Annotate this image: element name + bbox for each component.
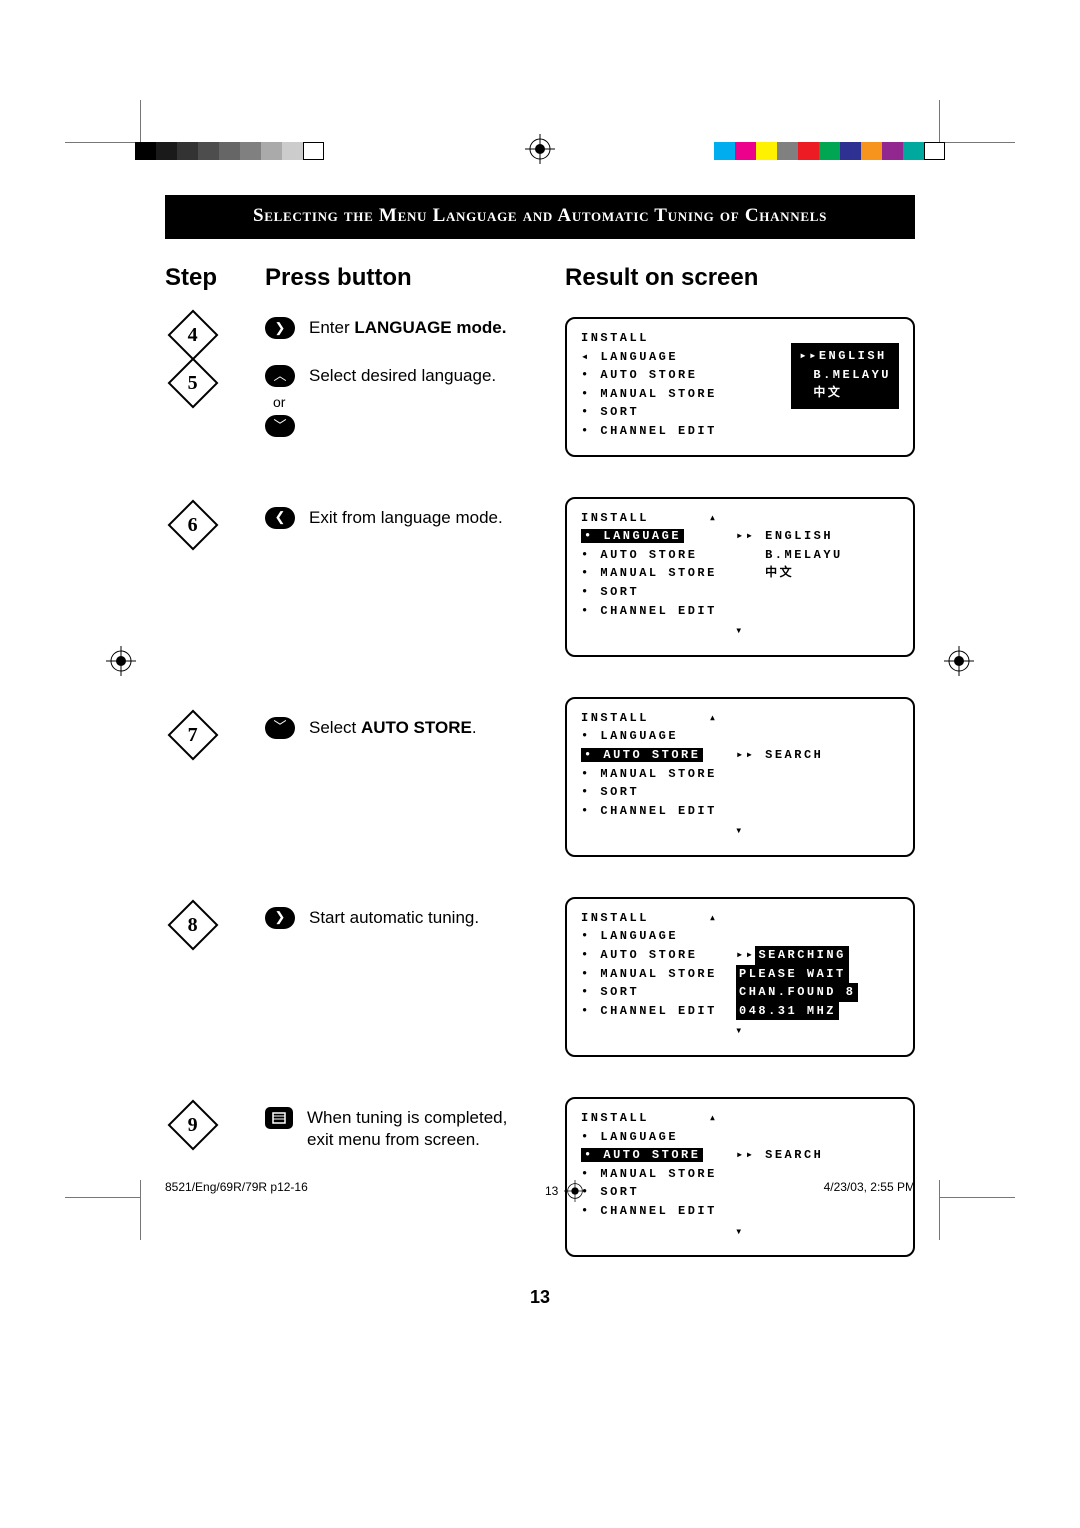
registration-mark-footer xyxy=(564,1180,586,1202)
osd-screen-4: INSTALL▴ • LANGUAGE • AUTO STORE▸▸SEARCH… xyxy=(565,897,915,1057)
down-arrow-button-7: ﹀ xyxy=(265,717,295,739)
registration-mark-right xyxy=(944,646,974,676)
footer-center: 13 xyxy=(545,1180,586,1202)
osd-screen-1: INSTALL ◂ LANGUAGE • AUTO STORE • MANUAL… xyxy=(565,317,915,457)
up-arrow-button: ︿ xyxy=(265,365,295,387)
step-diamond-8: 8 xyxy=(168,899,219,950)
step-7-group: 7 ﹀ Select AUTO STORE. INSTALL▴ • LANGUA… xyxy=(165,697,915,857)
header-result: Result on screen xyxy=(565,264,915,292)
step9-text: When tuning is completed, exit menu from… xyxy=(307,1107,507,1151)
column-headers: Step Press button Result on screen xyxy=(165,264,915,292)
right-arrow-button-8: ❯ xyxy=(265,907,295,929)
step-9-group: 9 When tuning is completed, exit menu fr… xyxy=(165,1097,915,1257)
steps-4-5-group: 4 ❯ Enter LANGUAGE mode. 5 ︿ Select desi… xyxy=(165,317,915,457)
page-content: Selecting the Menu Language and Automati… xyxy=(165,195,915,1308)
or-label: or xyxy=(273,393,565,411)
page-number: 13 xyxy=(165,1287,915,1308)
osd-screen-5: INSTALL▴ • LANGUAGE • AUTO STORE▸▸ SEARC… xyxy=(565,1097,915,1257)
step-diamond-6: 6 xyxy=(168,499,219,550)
footer-left: 8521/Eng/69R/79R p12-16 xyxy=(165,1180,308,1202)
step-6-group: 6 ❮ Exit from language mode. INSTALL▴ • … xyxy=(165,497,915,657)
header-step: Step xyxy=(165,264,265,292)
step5-text: Select desired language. xyxy=(309,365,496,387)
step-diamond-5: 5 xyxy=(168,358,219,409)
step-8-group: 8 ❯ Start automatic tuning. INSTALL▴ • L… xyxy=(165,897,915,1057)
print-footer: 8521/Eng/69R/79R p12-16 13 4/23/03, 2:55… xyxy=(165,1180,915,1202)
step-diamond-9: 9 xyxy=(168,1100,219,1151)
step-diamond-4: 4 xyxy=(168,310,219,361)
osd-screen-2: INSTALL▴ • LANGUAGE▸▸ ENGLISH • AUTO STO… xyxy=(565,497,915,657)
step8-text: Start automatic tuning. xyxy=(309,907,479,929)
title-text: Selecting the Menu Language and Automati… xyxy=(253,205,827,226)
step7-text: Select AUTO STORE. xyxy=(309,717,477,739)
step-diamond-7: 7 xyxy=(168,709,219,760)
registration-mark-left xyxy=(106,646,136,676)
step4-text: Enter LANGUAGE mode. xyxy=(309,317,506,339)
section-title: Selecting the Menu Language and Automati… xyxy=(165,195,915,239)
menu-exit-button xyxy=(265,1107,293,1129)
footer-right: 4/23/03, 2:55 PM xyxy=(824,1180,915,1202)
header-press: Press button xyxy=(265,264,565,292)
registration-mark-top xyxy=(525,134,555,164)
osd-screen-3: INSTALL▴ • LANGUAGE • AUTO STORE▸▸ SEARC… xyxy=(565,697,915,857)
left-arrow-button: ❮ xyxy=(265,507,295,529)
step6-text: Exit from language mode. xyxy=(309,507,503,529)
right-arrow-button: ❯ xyxy=(265,317,295,339)
down-arrow-button: ﹀ xyxy=(265,415,295,437)
